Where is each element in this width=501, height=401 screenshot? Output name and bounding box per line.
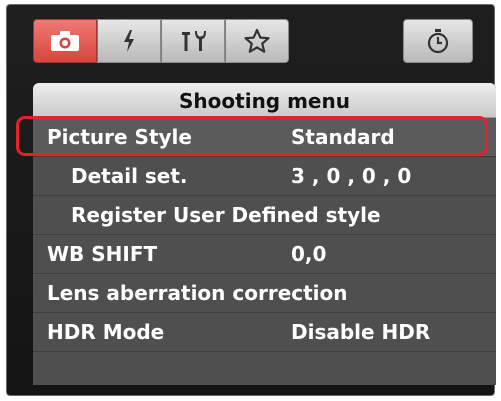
row-value: 0,0 [291, 242, 327, 266]
row-value: 3 , 0 , 0 , 0 [291, 164, 412, 188]
menu-tab-bar [33, 19, 293, 63]
menu-row-detail-set[interactable]: Detail set. 3 , 0 , 0 , 0 [33, 157, 496, 196]
row-label: Detail set. [71, 164, 188, 188]
tab-shooting[interactable] [33, 19, 97, 63]
menu-row-register-user-style[interactable]: Register User Defined style [33, 196, 496, 235]
tools-icon [178, 29, 208, 53]
shooting-menu-panel: Shooting menu Picture Style Standard Det… [33, 83, 496, 385]
menu-row-lens-aberration[interactable]: Lens aberration correction [33, 274, 496, 313]
camera-settings-window: Shooting menu Picture Style Standard Det… [6, 4, 496, 396]
tab-flash[interactable] [97, 19, 161, 63]
tab-tools[interactable] [161, 19, 225, 63]
menu-title: Shooting menu [33, 83, 496, 118]
row-label: Lens aberration correction [47, 281, 348, 305]
row-label: Picture Style [47, 125, 192, 149]
flash-icon [121, 29, 137, 53]
row-value: Disable HDR [291, 320, 431, 344]
row-value: Standard [291, 125, 395, 149]
row-label: HDR Mode [47, 320, 165, 344]
tab-my-menu[interactable] [225, 19, 289, 63]
menu-row-hdr-mode[interactable]: HDR Mode Disable HDR [33, 313, 496, 352]
camera-icon [50, 30, 80, 52]
menu-row-picture-style[interactable]: Picture Style Standard [33, 118, 496, 157]
tab-timer[interactable] [403, 19, 473, 63]
row-label: Register User Defined style [71, 203, 381, 227]
row-label: WB SHIFT [47, 242, 158, 266]
menu-row-wb-shift[interactable]: WB SHIFT 0,0 [33, 235, 496, 274]
star-icon [243, 28, 271, 54]
timer-icon [426, 28, 450, 54]
